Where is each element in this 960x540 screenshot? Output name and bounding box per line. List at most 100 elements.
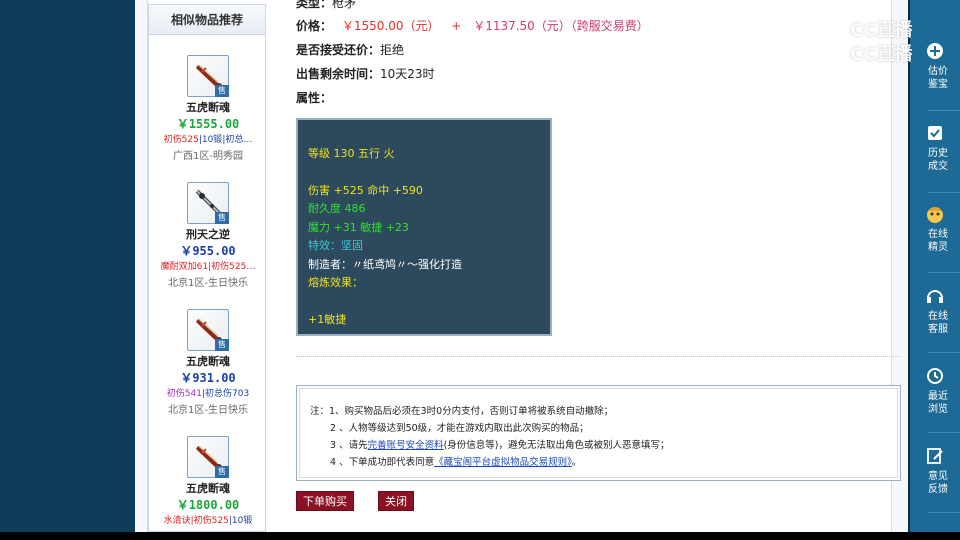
item-name[interactable]: 刑天之逆 <box>149 226 265 242</box>
check-icon <box>928 126 942 140</box>
stat-maker: 制造者：〃纸鸢鸠〃～强化打造 <box>308 257 462 271</box>
separator <box>928 192 960 193</box>
divider <box>296 356 900 357</box>
cc-logo-icon <box>806 12 840 64</box>
bargain-row: 是否接受还价：拒绝 <box>296 41 404 58</box>
separator <box>928 272 960 273</box>
item-price: ￥1800.00 <box>176 498 240 512</box>
page-background-left <box>0 0 135 532</box>
right-tool-panel: 估价 鉴宝 历史 成交 在线 精灵 在线 客服 最近 浏览 意见 反馈 <box>908 0 960 532</box>
stat-gap <box>308 293 540 311</box>
item-thumbnail[interactable]: 售 <box>187 436 229 478</box>
attributes-row: 属性： <box>296 89 332 106</box>
close-button[interactable]: 关闭 <box>378 491 414 511</box>
notice-line-2: 2 、人物等级达到50级，才能在游戏内取出此次购买的物品； <box>330 423 589 434</box>
type-value: 枪矛 <box>332 0 357 10</box>
item-attr: 魔耐双加61 <box>160 262 209 272</box>
item-price: ￥955.00 <box>180 244 236 258</box>
page: 相似物品推荐 售 五虎断魂 ￥1555.00 初伤525|10锻|初总… 广西1… <box>135 0 908 532</box>
item-detail-content: 相似物品推荐 售 五虎断魂 ￥1555.00 初伤525|10锻|初总… 广西1… <box>147 0 901 532</box>
similar-item[interactable]: 售 五虎断魂 ￥1800.00 水清诀|初伤525|10锻 <box>149 436 265 526</box>
separator <box>928 512 960 513</box>
watermark-text: CC直播 <box>850 20 913 41</box>
separator <box>928 352 960 353</box>
security-info-link[interactable]: 完善账号安全资料 <box>368 440 444 451</box>
item-stats-box: 等级 130 五行 火 伤害 +525 命中 +590 耐久度 486 魔力 +… <box>296 118 552 336</box>
similar-item[interactable]: 售 五虎断魂 ￥931.00 初伤541|初总伤703 北京1区-生日快乐 <box>149 309 265 416</box>
trade-rules-link[interactable]: 《藏宝阁平台虚拟物品交易规则》 <box>434 457 572 468</box>
similar-item[interactable]: 售 五虎断魂 ￥1555.00 初伤525|10锻|初总… 广西1区-明秀园 <box>149 55 265 162</box>
notice-text: 。 <box>571 457 582 468</box>
item-attributes: 初伤525|10锻|初总… <box>149 132 265 145</box>
attributes-label: 属性： <box>296 91 333 105</box>
tool-label: 最近 <box>928 391 948 402</box>
item-price: ￥1555.00 <box>176 117 240 131</box>
tool-label: 精灵 <box>928 242 948 253</box>
similar-item[interactable]: 售 刑天之逆 ￥955.00 魔耐双加61|初伤525… 北京1区-生日快乐 <box>149 182 265 289</box>
stat-smelt-value: +1敏捷 <box>308 312 347 326</box>
tool-label: 意见 <box>928 471 948 482</box>
notice-line-1: 注：1、购买物品后必须在3时0分内支付，否则订单将被系统自动撤除； <box>310 406 614 417</box>
separator <box>928 432 960 433</box>
purchase-notice: 注：1、购买物品后必须在3时0分内支付，否则订单将被系统自动撤除； 2 、人物等… <box>296 385 901 481</box>
price-main: ￥1550.00（元） <box>341 19 440 33</box>
feedback-tool[interactable]: 意见 反馈 <box>924 445 960 496</box>
item-attributes: 水清诀|初伤525|10锻 <box>149 513 265 526</box>
item-attr: |10锻 <box>198 135 223 145</box>
tool-label: 历史 <box>928 148 948 159</box>
price-fee: ￥1137.50（元）（跨服交易费） <box>473 19 649 33</box>
item-name[interactable]: 五虎断魂 <box>149 99 265 115</box>
notice-inner: 注：1、购买物品后必须在3时0分内支付，否则订单将被系统自动撤除； 2 、人物等… <box>299 388 898 478</box>
item-attr: |初总… <box>222 135 253 145</box>
tool-label: 在线 <box>928 229 948 240</box>
stat-magic: 魔力 +31 敏捷 +23 <box>308 220 409 234</box>
item-server: 广西1区-明秀园 <box>173 151 243 162</box>
item-name[interactable]: 五虎断魂 <box>149 480 265 496</box>
stat-effect: 特效：坚固 <box>308 239 363 252</box>
notice-text: 3 、请先 <box>330 440 368 451</box>
online-support-tool[interactable]: 在线 客服 <box>924 285 960 336</box>
tool-label: 在线 <box>928 311 948 322</box>
remaining-value: 10天23时 <box>380 67 435 81</box>
bargain-value: 拒绝 <box>380 43 405 57</box>
sale-tag: 售 <box>215 212 229 224</box>
notice-line-3: 3 、请先完善账号安全资料(身份信息等)，避免无法取出角色或被别人恶意填写； <box>310 437 897 454</box>
clock-icon <box>927 368 943 384</box>
recent-browse-tool[interactable]: 最近 浏览 <box>924 365 960 416</box>
browser-viewport: 相似物品推荐 售 五虎断魂 ￥1555.00 初伤525|10锻|初总… 广西1… <box>0 0 960 532</box>
mascot-icon <box>927 207 943 223</box>
remaining-label: 出售剩余时间： <box>296 67 381 81</box>
notice-text: 4 、下单成功即代表同意 <box>330 457 435 468</box>
item-thumbnail[interactable]: 售 <box>187 309 229 351</box>
bargain-label: 是否接受还价： <box>296 43 381 57</box>
item-attr: |初伤525 <box>190 516 229 526</box>
tool-label: 鉴宝 <box>928 79 948 90</box>
watermark-text: CC直播 <box>850 44 913 65</box>
history-deals-tool[interactable]: 历史 成交 <box>924 122 960 173</box>
item-attr: 水清诀 <box>163 516 191 526</box>
type-row: 类型：枪矛 <box>296 0 356 11</box>
item-attr: 初伤525 <box>163 135 199 145</box>
headset-icon <box>927 290 943 303</box>
tool-label: 成交 <box>928 161 948 172</box>
notice-line-4: 4 、下单成功即代表同意《藏宝阁平台虚拟物品交易规则》。 <box>310 454 897 471</box>
edit-icon <box>927 448 943 464</box>
item-attributes: 魔耐双加61|初伤525… <box>149 259 265 272</box>
stream-watermark: CC直播 CC直播 <box>802 10 930 68</box>
price-plus: + <box>451 19 462 33</box>
item-attributes: 初伤541|初总伤703 <box>149 386 265 399</box>
item-attr: |10锻 <box>228 516 253 526</box>
item-thumbnail[interactable]: 售 <box>187 55 229 97</box>
remaining-time-row: 出售剩余时间：10天23时 <box>296 65 435 82</box>
type-label: 类型： <box>296 0 333 10</box>
sale-tag: 售 <box>215 466 229 478</box>
item-attr: |初伤525… <box>208 262 256 272</box>
item-server: 北京1区-生日快乐 <box>168 405 248 416</box>
item-name[interactable]: 五虎断魂 <box>149 353 265 369</box>
item-price: ￥931.00 <box>180 371 236 385</box>
online-sprite-tool[interactable]: 在线 精灵 <box>924 203 960 254</box>
buy-button[interactable]: 下单购买 <box>296 491 354 511</box>
item-thumbnail[interactable]: 售 <box>187 182 229 224</box>
stat-durability: 耐久度 486 <box>308 202 366 215</box>
tool-label: 浏览 <box>928 404 948 415</box>
